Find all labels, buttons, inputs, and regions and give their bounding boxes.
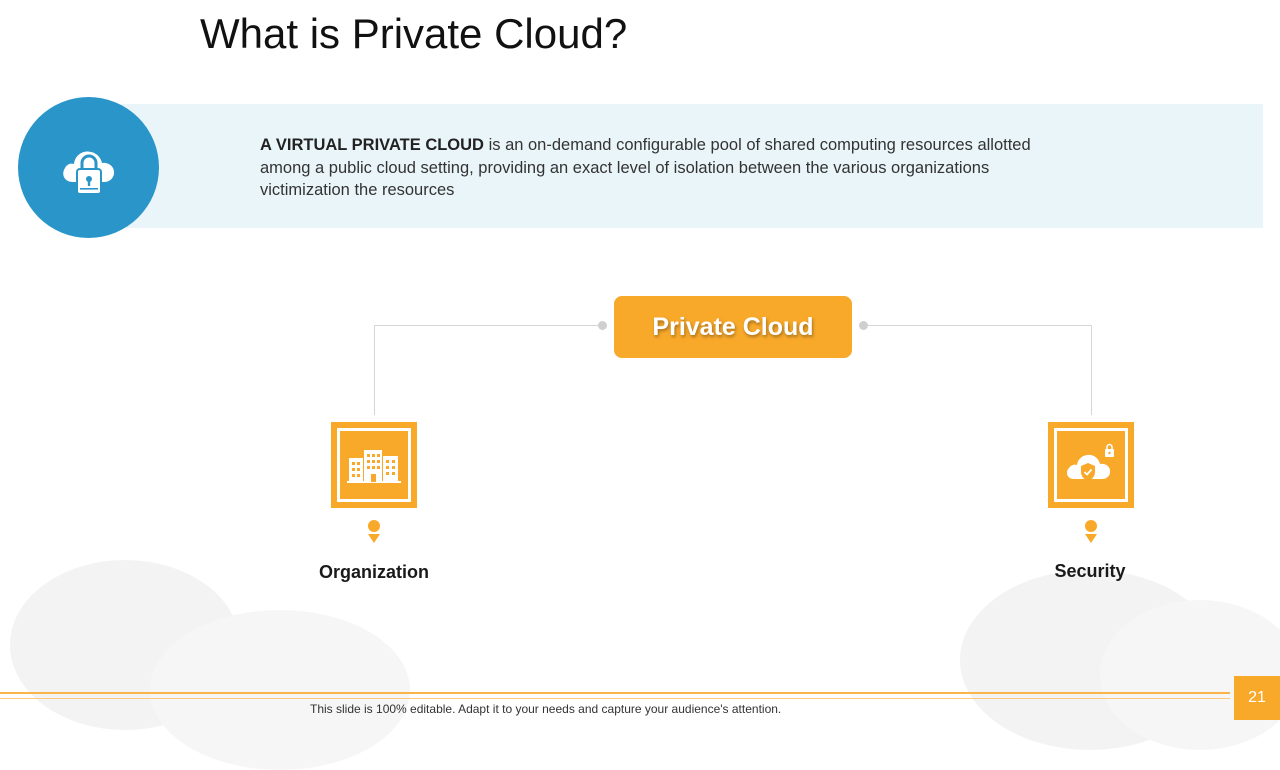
connector-dot	[859, 321, 868, 330]
connector-line	[374, 325, 604, 326]
private-cloud-box: Private Cloud	[614, 296, 852, 358]
connector-line	[374, 325, 375, 415]
footer-note: This slide is 100% editable. Adapt it to…	[310, 702, 782, 716]
connector-line	[1091, 325, 1092, 415]
intro-text: A VIRTUAL PRIVATE CLOUD is an on-demand …	[260, 134, 1060, 202]
connector-dot	[598, 321, 607, 330]
cloud-shield-lock-icon	[1066, 443, 1114, 481]
page-title: What is Private Cloud?	[200, 10, 628, 57]
security-icon-box	[1048, 422, 1134, 508]
footer-line	[0, 698, 1230, 699]
background-cloud	[150, 610, 410, 770]
security-label: Security	[1054, 561, 1126, 581]
buildings-icon	[347, 450, 401, 483]
cloud-lock-icon	[62, 151, 114, 195]
page-number: 21	[1234, 676, 1280, 720]
location-pin-icon	[1084, 520, 1098, 544]
organization-label: Organization	[318, 562, 430, 582]
intro-icon-circle	[18, 97, 159, 238]
location-pin-icon	[367, 520, 381, 544]
intro-lead: A VIRTUAL PRIVATE CLOUD	[260, 136, 484, 154]
organization-icon-box	[331, 422, 417, 508]
connector-line	[864, 325, 1092, 326]
footer-line	[0, 692, 1230, 694]
